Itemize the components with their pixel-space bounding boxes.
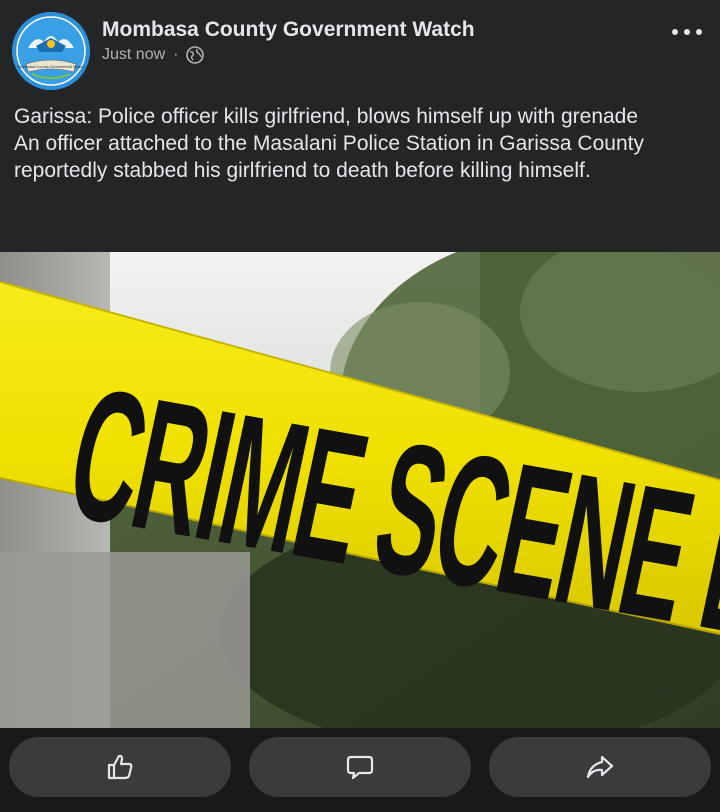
globe-icon[interactable] [186, 46, 205, 64]
page-name[interactable]: Mombasa County Government Watch [102, 18, 475, 42]
post-body: An officer attached to the Masalani Poli… [14, 132, 644, 182]
more-options-button[interactable] [672, 22, 702, 42]
more-dot [696, 29, 702, 35]
comment-button[interactable] [249, 737, 471, 797]
crime-scene-photo: CRIME SCENE DO NOT CROSS [0, 252, 720, 728]
comment-icon [346, 755, 374, 780]
post-headline: Garissa: Police officer kills girlfriend… [14, 105, 639, 128]
post-timestamp[interactable]: Just now [102, 46, 165, 64]
post-actions [0, 728, 720, 812]
thumbs-up-icon [107, 754, 133, 780]
share-button[interactable] [489, 737, 711, 797]
post-meta: Just now · [102, 46, 205, 64]
post-text: Garissa: Police officer kills girlfriend… [14, 103, 704, 184]
post-image[interactable]: CRIME SCENE DO NOT CROSS [0, 252, 720, 728]
meta-separator: · [173, 46, 179, 63]
more-dot [672, 29, 678, 35]
page-avatar[interactable]: Mombasa County Government Watch [12, 12, 90, 90]
post-header: Mombasa County Government Watch Mombasa … [0, 0, 720, 96]
avatar-logo-icon: Mombasa County Government Watch [12, 12, 90, 90]
avatar-banner-text: Mombasa County Government Watch [18, 64, 85, 69]
facebook-post: Mombasa County Government Watch Mombasa … [0, 0, 720, 812]
more-dot [684, 29, 690, 35]
like-button[interactable] [9, 737, 231, 797]
share-icon [586, 755, 614, 779]
